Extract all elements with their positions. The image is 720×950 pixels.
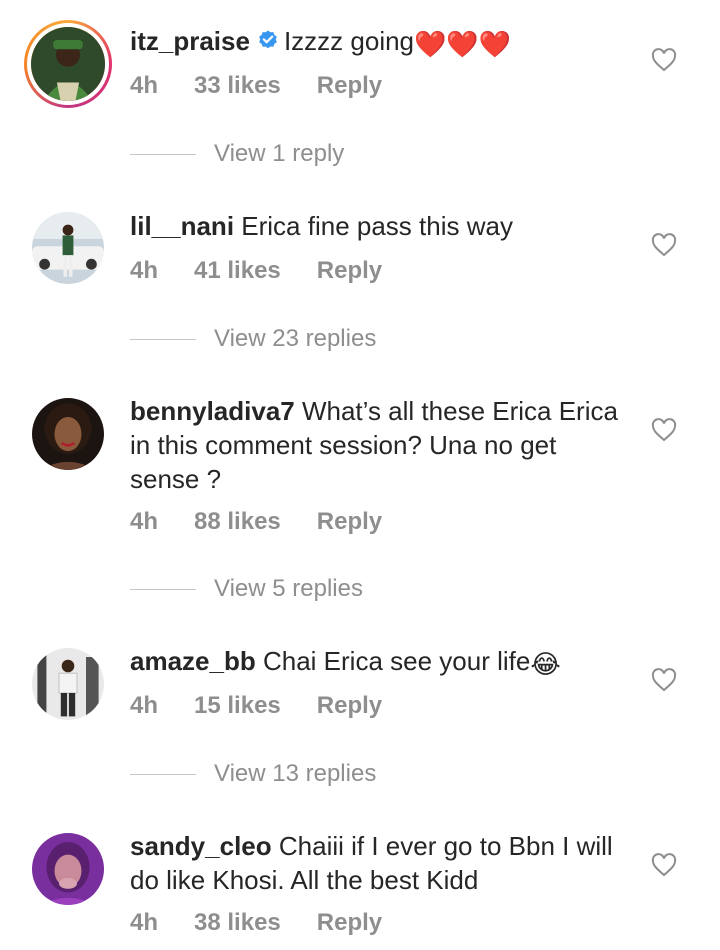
verified-badge-icon <box>259 30 277 49</box>
comment-meta: 4h 88 likes Reply <box>130 508 418 536</box>
comment-meta: 4h 15 likes Reply <box>130 692 418 720</box>
avatar-image <box>31 27 105 101</box>
avatar[interactable] <box>32 398 104 470</box>
comment-body: bennyladiva7 What’s all these Erica Eric… <box>130 394 630 496</box>
avatar-image <box>32 212 104 284</box>
reply-button[interactable]: Reply <box>317 72 382 99</box>
comment-body: amaze_bb Chai Erica see your life😂 <box>130 644 630 681</box>
comment-time: 4h <box>130 257 159 284</box>
comment-username[interactable]: itz_praise <box>130 26 250 56</box>
comment-meta: 4h 33 likes Reply <box>130 72 418 100</box>
comment-time: 4h <box>130 508 159 535</box>
view-replies-button[interactable]: View 1 reply <box>130 140 344 168</box>
heart-outline-icon[interactable] <box>651 668 677 692</box>
comment-username[interactable]: lil__nani <box>130 211 234 241</box>
divider-line <box>130 589 196 591</box>
comment-text: Erica fine pass this way <box>241 211 513 241</box>
comment-likes[interactable]: 38 likes <box>194 909 281 936</box>
avatar[interactable] <box>32 212 104 284</box>
divider-line <box>130 339 196 341</box>
reply-button[interactable]: Reply <box>317 257 382 284</box>
heart-outline-icon[interactable] <box>651 233 677 257</box>
divider-line <box>130 774 196 776</box>
heart-outline-icon[interactable] <box>651 853 677 877</box>
reply-button[interactable]: Reply <box>317 909 382 936</box>
comment-likes[interactable]: 41 likes <box>194 257 281 284</box>
comment-meta: 4h 38 likes Reply <box>130 909 418 937</box>
comment-username[interactable]: sandy_cleo <box>130 831 272 861</box>
comment-body: lil__nani Erica fine pass this way <box>130 209 630 243</box>
comment-time: 4h <box>130 692 159 719</box>
comment-username[interactable]: bennyladiva7 <box>130 396 295 426</box>
avatar-image <box>32 648 104 720</box>
comment-time: 4h <box>130 909 159 936</box>
reply-button[interactable]: Reply <box>317 508 382 535</box>
view-replies-label: View 5 replies <box>214 575 363 602</box>
avatar[interactable] <box>32 648 104 720</box>
comment-time: 4h <box>130 72 159 99</box>
view-replies-label: View 23 replies <box>214 325 377 352</box>
comment-text: Izzzz going <box>283 26 415 56</box>
heart-outline-icon[interactable] <box>651 48 677 72</box>
comment-likes[interactable]: 15 likes <box>194 692 281 719</box>
view-replies-label: View 13 replies <box>214 760 377 787</box>
comment-username[interactable]: amaze_bb <box>130 646 256 676</box>
comment-likes[interactable]: 33 likes <box>194 72 281 99</box>
avatar[interactable] <box>32 833 104 905</box>
laughing-emoji: 😂 <box>530 649 561 679</box>
avatar[interactable] <box>24 20 112 108</box>
comment-meta: 4h 41 likes Reply <box>130 257 418 285</box>
view-replies-label: View 1 reply <box>214 140 345 167</box>
avatar-image <box>32 833 104 905</box>
view-replies-button[interactable]: View 5 replies <box>130 575 363 603</box>
avatar-image <box>32 398 104 470</box>
comment-likes[interactable]: 88 likes <box>194 508 281 535</box>
divider-line <box>130 154 196 156</box>
view-replies-button[interactable]: View 23 replies <box>130 325 376 353</box>
comment-body: sandy_cleo Chaiii if I ever go to Bbn I … <box>130 829 630 897</box>
comment-text: Chai Erica see your life <box>262 646 531 676</box>
heart-emoji: ❤️❤️❤️ <box>414 29 512 59</box>
view-replies-button[interactable]: View 13 replies <box>130 760 376 788</box>
comment-body: itz_praise Izzzz going❤️❤️❤️ <box>130 24 630 61</box>
reply-button[interactable]: Reply <box>317 692 382 719</box>
heart-outline-icon[interactable] <box>651 418 677 442</box>
